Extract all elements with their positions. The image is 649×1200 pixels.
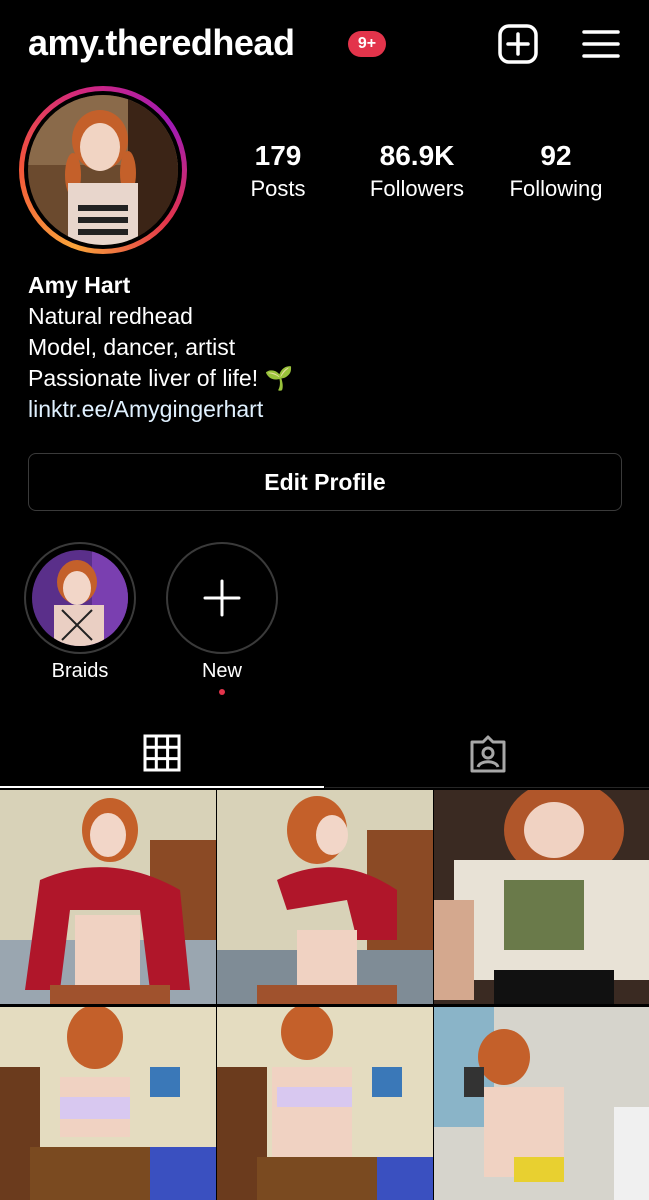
stat-posts[interactable]: 179 Posts: [208, 140, 348, 202]
post-thumbnail[interactable]: [217, 790, 433, 1004]
tab-grid[interactable]: [0, 722, 324, 788]
bio-line: Passionate liver of life! 🌱: [28, 365, 294, 391]
notification-badge[interactable]: 9+: [348, 31, 386, 57]
edit-profile-button[interactable]: Edit Profile: [28, 453, 622, 511]
new-highlight-circle: [166, 542, 278, 654]
hamburger-menu-icon[interactable]: [581, 24, 621, 64]
post-thumbnail[interactable]: [0, 1007, 216, 1200]
highlight-new[interactable]: New: [166, 542, 278, 695]
plus-square-icon[interactable]: [498, 24, 538, 64]
highlight-cover: [24, 542, 136, 654]
new-indicator-dot: [219, 689, 225, 695]
stat-followers[interactable]: 86.9K Followers: [347, 140, 487, 202]
bio-line: Model, dancer, artist: [28, 334, 236, 360]
post-thumbnail[interactable]: [434, 790, 649, 1004]
avatar-story-ring[interactable]: [19, 86, 187, 254]
stat-following[interactable]: 92 Following: [486, 140, 626, 202]
avatar-gap: [24, 91, 182, 249]
posts-label: Posts: [250, 176, 306, 201]
username[interactable]: amy.theredhead: [28, 22, 295, 64]
avatar[interactable]: [28, 95, 178, 245]
post-thumbnail[interactable]: [0, 790, 216, 1004]
followers-count: 86.9K: [379, 140, 455, 171]
highlight-braids[interactable]: Braids: [24, 542, 136, 683]
following-label: Following: [509, 176, 603, 201]
tab-tagged[interactable]: [325, 722, 649, 788]
tagged-person-icon: [470, 735, 506, 773]
profile-header: amy.theredhead 9+: [0, 0, 649, 90]
plus-icon: [203, 579, 241, 617]
bio-line: Natural redhead: [28, 303, 193, 329]
highlight-label: New: [201, 660, 242, 682]
profile-tabs: [0, 722, 649, 788]
grid-icon: [143, 734, 181, 772]
highlight-image: [32, 550, 128, 646]
followers-label: Followers: [369, 176, 465, 201]
highlight-label: Braids: [51, 660, 109, 682]
post-grid: [0, 790, 649, 1200]
post-thumbnail[interactable]: [217, 1007, 433, 1200]
following-count: 92: [540, 140, 572, 171]
bio: Amy Hart Natural redhead Model, dancer, …: [28, 270, 628, 425]
display-name: Amy Hart: [28, 272, 131, 298]
posts-count: 179: [254, 140, 302, 171]
bio-link[interactable]: linktr.ee/Amygingerhart: [28, 394, 628, 425]
post-thumbnail[interactable]: [434, 1007, 649, 1200]
